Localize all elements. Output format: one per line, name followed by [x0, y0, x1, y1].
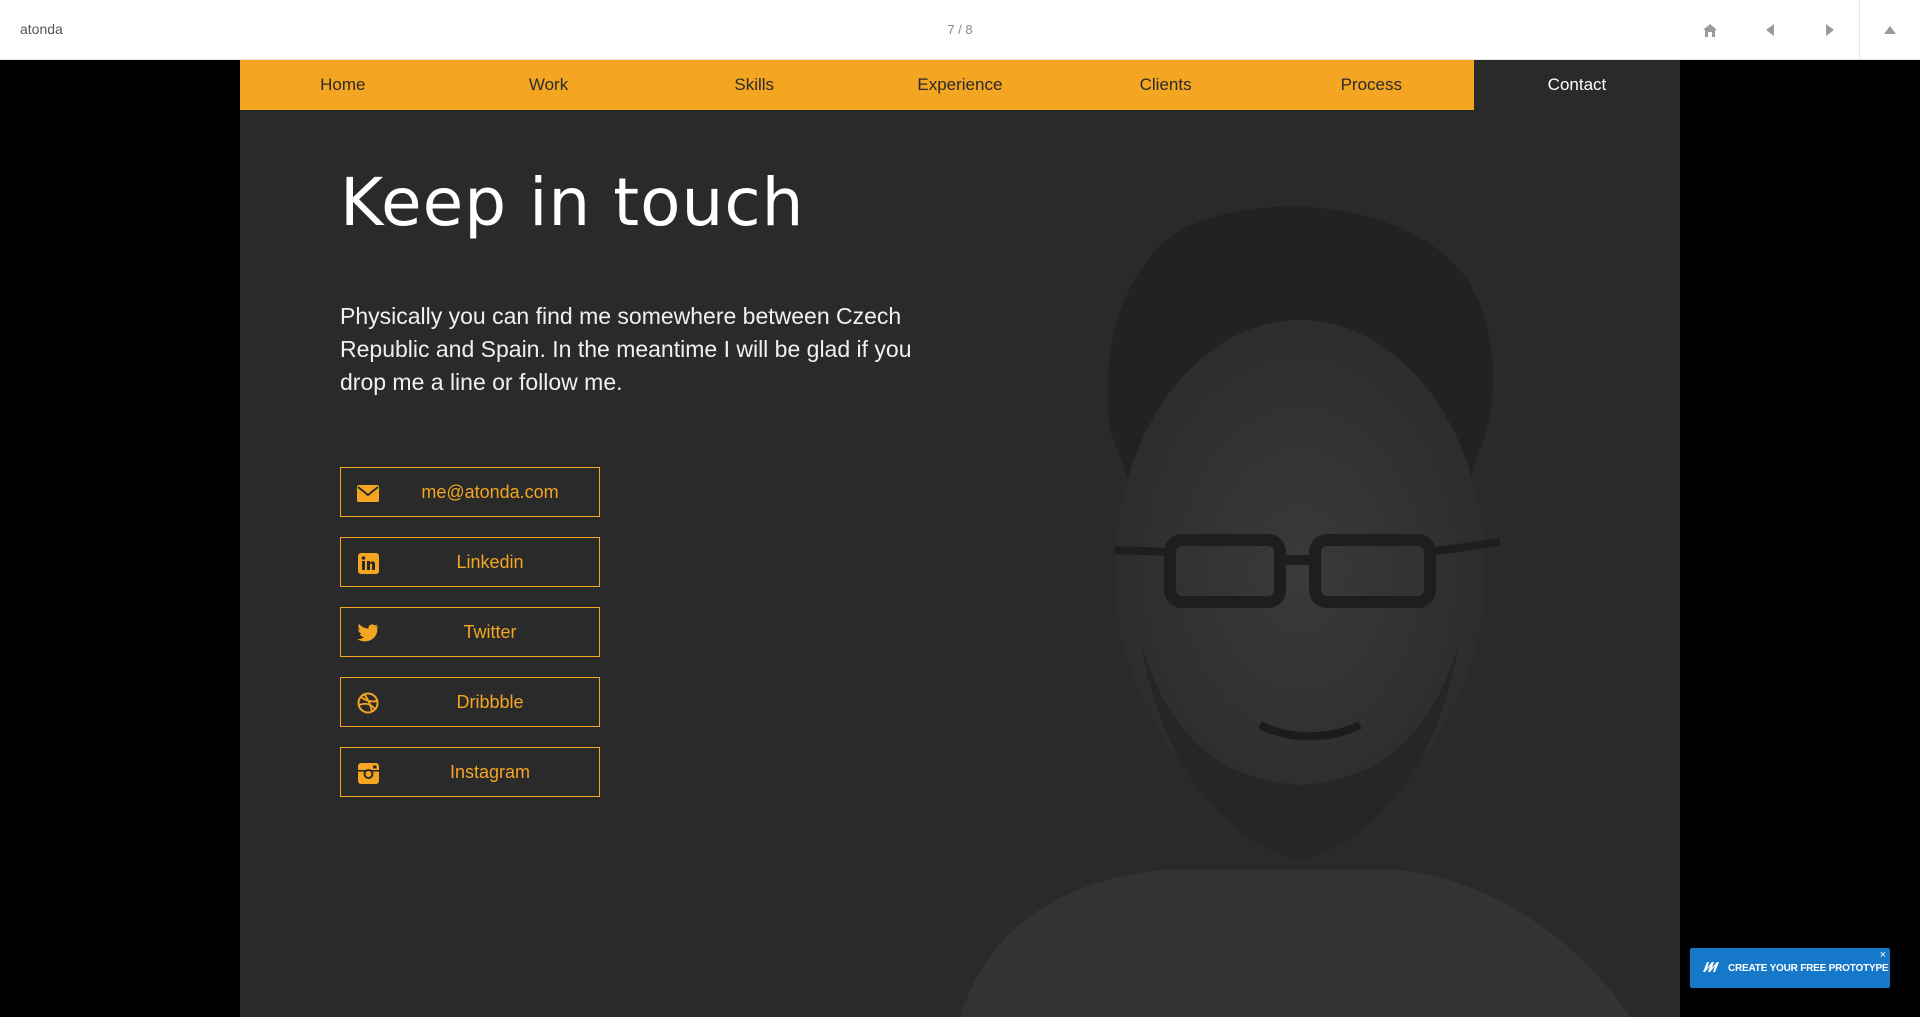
nav-item-home[interactable]: Home — [240, 60, 446, 110]
nav-item-process[interactable]: Process — [1268, 60, 1475, 110]
dribbble-button[interactable]: Dribbble — [340, 677, 600, 727]
create-prototype-label: CREATE YOUR FREE PROTOTYPE — [1728, 962, 1889, 974]
dribbble-icon — [356, 691, 380, 715]
page-title: Keep in touch — [340, 164, 805, 241]
email-button-label: me@atonda.com — [421, 482, 559, 502]
next-page-button[interactable] — [1800, 0, 1860, 60]
instagram-button-label: Instagram — [449, 762, 531, 782]
intro-text: Physically you can find me somewhere bet… — [340, 303, 912, 395]
dribbble-button-label: Dribbble — [456, 692, 524, 712]
marvel-logo-icon — [1703, 962, 1719, 972]
main-nav: Home Work Skills Experience Clients Proc… — [240, 60, 1680, 110]
instagram-icon — [356, 761, 380, 785]
email-button[interactable]: me@atonda.com — [340, 467, 600, 517]
collapse-icon — [1884, 26, 1896, 34]
nav-item-contact[interactable]: Contact — [1474, 60, 1680, 110]
prototype-screen: Home Work Skills Experience Clients Proc… — [240, 60, 1680, 1017]
linkedin-button[interactable]: Linkedin — [340, 537, 600, 587]
twitter-button-label: Twitter — [463, 622, 517, 642]
page-counter: 7 / 8 — [947, 22, 973, 37]
nav-item-experience[interactable]: Experience — [857, 60, 1063, 110]
collapse-toolbar-button[interactable] — [1860, 0, 1920, 60]
twitter-button[interactable]: Twitter — [340, 607, 600, 657]
nav-item-work[interactable]: Work — [445, 60, 652, 110]
home-button[interactable] — [1680, 0, 1740, 60]
twitter-icon — [356, 621, 380, 645]
portrait-image — [840, 180, 1680, 1017]
close-icon[interactable]: × — [1880, 949, 1886, 961]
envelope-icon — [356, 481, 380, 505]
linkedin-icon — [356, 551, 380, 575]
viewer-toolbar: atonda 7 / 8 — [0, 0, 1920, 60]
next-icon — [1826, 24, 1834, 36]
create-prototype-banner[interactable]: CREATE YOUR FREE PROTOTYPE × — [1690, 948, 1890, 988]
home-icon — [1703, 23, 1717, 37]
linkedin-button-label: Linkedin — [456, 552, 524, 572]
prev-page-button[interactable] — [1740, 0, 1800, 60]
nav-item-skills[interactable]: Skills — [651, 60, 858, 110]
nav-item-clients[interactable]: Clients — [1062, 60, 1269, 110]
prev-icon — [1766, 24, 1774, 36]
instagram-button[interactable]: Instagram — [340, 747, 600, 797]
